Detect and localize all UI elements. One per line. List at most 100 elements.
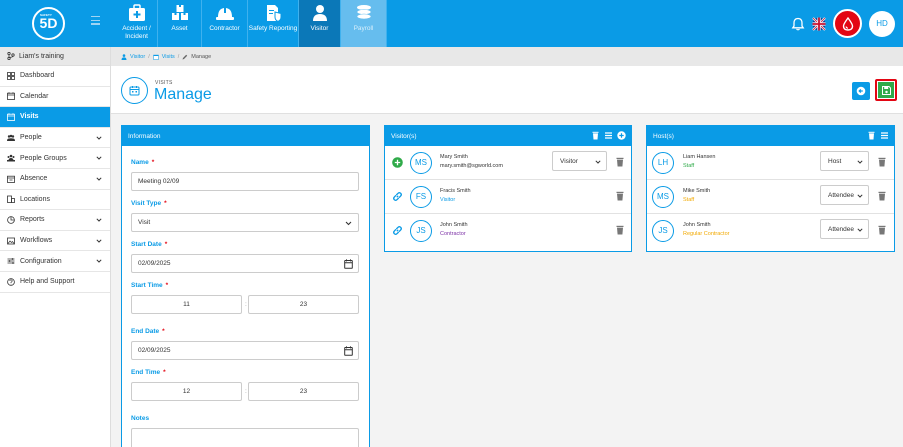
module-visitor[interactable]: Visitor <box>299 0 341 47</box>
hosts-panel: Host(s) LH Liam Hansen Staff Host MS Mik… <box>646 125 895 252</box>
bell-icon[interactable] <box>791 17 805 31</box>
module-accident-incident[interactable]: Accident / Incident <box>116 0 158 47</box>
add-circle-icon[interactable] <box>617 131 626 140</box>
chevron-down-icon <box>857 194 863 198</box>
module-label: Asset <box>171 25 188 32</box>
start-time-label: Start Time * <box>131 282 169 289</box>
host-role-select[interactable]: Attendee <box>820 219 869 239</box>
host-role-select[interactable]: Attendee <box>820 185 869 205</box>
sidebar-item-label: Workflows <box>20 237 53 245</box>
information-panel: Information Name * Meeting 02/09 Visit Ty… <box>121 125 370 447</box>
link-icon[interactable] <box>392 225 403 236</box>
trash-icon[interactable] <box>867 131 876 140</box>
org-switcher[interactable]: Liam's training <box>0 47 110 66</box>
trash-icon[interactable] <box>616 191 624 201</box>
end-hour-input[interactable]: 12 <box>131 382 242 401</box>
sidebar-item-label: Calendar <box>20 92 49 100</box>
sidebar-item-label: Configuration <box>20 257 62 265</box>
breadcrumb-separator: / <box>177 53 180 60</box>
name-input[interactable]: Meeting 02/09 <box>131 172 359 191</box>
calendar-minus-icon <box>7 175 15 183</box>
add-icon[interactable] <box>392 157 403 168</box>
host-role-value: Host <box>828 157 842 165</box>
calendar-icon[interactable] <box>344 259 353 269</box>
calendar-icon <box>129 86 140 96</box>
module-nav: Accident / Incident Asset Contractor Saf… <box>116 0 387 47</box>
chevron-down-icon <box>96 136 102 140</box>
trash-icon[interactable] <box>878 191 886 201</box>
host-name: John Smith <box>683 222 711 228</box>
sidebar-item-configuration[interactable]: Configuration <box>0 251 110 272</box>
sidebar-item-workflows[interactable]: Workflows <box>0 231 110 252</box>
sidebar-item-visits[interactable]: Visits <box>0 107 110 128</box>
trash-icon[interactable] <box>878 157 886 167</box>
breadcrumb-visits[interactable]: Visits <box>162 54 175 60</box>
end-time-label: End Time * <box>131 369 166 376</box>
visitors-panel-header: Visitor(s) <box>385 126 631 146</box>
breadcrumb-visitor[interactable]: Visitor <box>130 54 145 60</box>
chevron-down-icon <box>96 259 102 264</box>
people-icon <box>7 134 15 141</box>
people-group-icon <box>7 154 15 162</box>
sidebar-item-people-groups[interactable]: People Groups <box>0 148 110 169</box>
notes-textarea[interactable] <box>131 428 359 447</box>
time-separator: : <box>245 388 247 395</box>
alert-button[interactable] <box>833 9 862 38</box>
list-icon[interactable] <box>880 131 889 140</box>
sidebar-item-dashboard[interactable]: Dashboard <box>0 66 110 87</box>
host-row: MS Mike Smith Staff Attendee <box>647 180 894 214</box>
person-icon <box>121 53 127 60</box>
trash-icon[interactable] <box>878 225 886 235</box>
module-label: Safety Reporting <box>248 25 298 32</box>
sidebar-item-people[interactable]: People <box>0 128 110 149</box>
trash-icon[interactable] <box>616 157 624 167</box>
chevron-down-icon <box>96 177 102 181</box>
start-hour-input[interactable]: 11 <box>131 295 242 314</box>
visitors-panel: Visitor(s) MS Mary Smith mary.smith@sgwo… <box>384 125 632 252</box>
list-icon[interactable] <box>604 131 613 140</box>
back-button[interactable] <box>852 82 870 100</box>
host-role-value: Attendee <box>828 225 855 233</box>
sidebar-item-label: People <box>20 134 42 142</box>
time-separator: : <box>245 301 247 308</box>
end-date-input[interactable]: 02/09/2025 <box>131 341 359 360</box>
page-header: VISITS Manage <box>111 66 903 114</box>
visitor-name: Fracis Smith <box>440 188 471 194</box>
app-logo[interactable]: SAFETY 5D <box>32 7 65 40</box>
org-name: Liam's training <box>19 52 64 60</box>
sidebar-item-label: Help and Support <box>20 278 75 286</box>
visitor-name: John Smith <box>440 222 468 228</box>
module-payroll[interactable]: Payroll <box>341 0 387 47</box>
start-date-input[interactable]: 02/09/2025 <box>131 254 359 273</box>
uk-flag-icon[interactable] <box>812 16 826 31</box>
sidebar-item-help-and-support[interactable]: Help and Support <box>0 272 110 293</box>
user-avatar[interactable]: HD <box>869 10 895 37</box>
host-role-select[interactable]: Host <box>820 151 869 171</box>
start-date-value: 02/09/2025 <box>138 260 171 267</box>
sidebar-item-locations[interactable]: Locations <box>0 190 110 211</box>
visit-type-select[interactable]: Visit <box>131 213 359 232</box>
end-minute-input[interactable]: 23 <box>248 382 359 401</box>
chevron-down-icon <box>96 239 102 243</box>
calendar-icon[interactable] <box>344 346 353 356</box>
host-type: Regular Contractor <box>683 231 730 237</box>
sidebar-item-reports[interactable]: Reports <box>0 210 110 231</box>
sidebar: Liam's training Dashboard Calendar Visit… <box>0 47 111 447</box>
start-minute-input[interactable]: 23 <box>248 295 359 314</box>
visitor-row: FS Fracis Smith Visitor <box>385 180 631 214</box>
save-button[interactable] <box>875 79 897 101</box>
menu-toggle-icon[interactable] <box>91 16 100 25</box>
link-icon[interactable] <box>392 191 403 202</box>
host-type: Staff <box>683 163 695 169</box>
module-asset[interactable]: Asset <box>158 0 202 47</box>
trash-icon[interactable] <box>616 225 624 235</box>
visitor-role-select[interactable]: Visitor <box>552 151 607 171</box>
visitor-type: Visitor <box>440 197 456 203</box>
trash-icon[interactable] <box>591 131 600 140</box>
sidebar-item-calendar[interactable]: Calendar <box>0 87 110 108</box>
module-safety-reporting[interactable]: Safety Reporting <box>248 0 299 47</box>
panel-title: Visitor(s) <box>391 132 417 140</box>
module-contractor[interactable]: Contractor <box>202 0 248 47</box>
breadcrumb-manage: Manage <box>191 53 212 60</box>
sidebar-item-absence[interactable]: Absence <box>0 169 110 190</box>
